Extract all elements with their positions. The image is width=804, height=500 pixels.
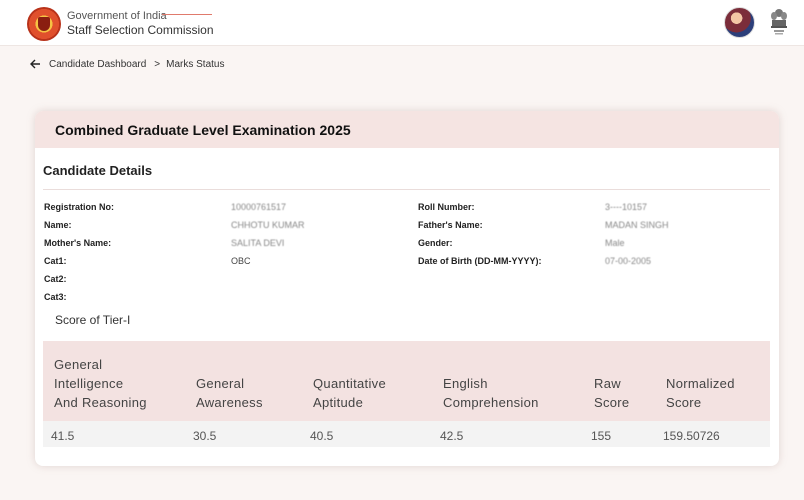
col-reasoning-header: General Intelligence And Reasoning: [54, 357, 147, 410]
breadcrumb-current: Marks Status: [166, 58, 225, 70]
score-reasoning: 41.5: [51, 429, 75, 443]
breadcrumb-dashboard-link[interactable]: Candidate Dashboard: [49, 59, 146, 70]
marks-card: Combined Graduate Level Examination 2025…: [35, 111, 779, 466]
mothers-name-label: Mother's Name:: [44, 238, 112, 248]
org-line1: Government of India: [67, 10, 167, 22]
breadcrumb: Candidate Dashboard > Marks Status: [29, 57, 225, 71]
score-normalized: 159.50726: [663, 429, 720, 443]
user-avatar-icon[interactable]: [724, 7, 755, 38]
col-raw-score-header: Raw Score: [594, 376, 630, 410]
cat1-value: OBC: [231, 256, 251, 266]
divider: [43, 189, 770, 190]
score-awareness: 30.5: [193, 429, 217, 443]
dob-label: Date of Birth (DD-MM-YYYY):: [418, 256, 542, 266]
top-header: Government of India Staff Selection Comm…: [0, 0, 804, 46]
dob-value: 07-00-2005: [605, 256, 652, 266]
tier-score-title: Score of Tier-I: [55, 313, 131, 327]
col-english-header: English Comprehension: [443, 376, 539, 410]
score-raw: 155: [591, 429, 612, 443]
score-english: 42.5: [440, 429, 464, 443]
org-name: Staff Selection Commission: [67, 23, 214, 37]
gender-label: Gender:: [418, 238, 453, 248]
col-quant-header: Quantitative Aptitude: [313, 376, 386, 410]
back-arrow-icon[interactable]: [29, 58, 41, 70]
fathers-name-value: MADAN SINGH: [605, 220, 669, 230]
cat1-label: Cat1:: [44, 256, 67, 266]
national-emblem-icon: [771, 9, 787, 35]
col-awareness-header: General Awareness: [196, 376, 263, 410]
breadcrumb-separator: >: [154, 58, 161, 70]
score-row: 41.5 30.5 40.5 42.5 155 159.50726: [43, 421, 770, 447]
name-value: CHHOTU KUMAR: [231, 220, 305, 230]
org-underline: [162, 14, 212, 15]
roll-number-value: 3----10157: [605, 202, 648, 212]
col-normalized-header: Normalized Score: [666, 376, 735, 410]
name-label: Name:: [44, 220, 72, 230]
cat2-label: Cat2:: [44, 274, 67, 284]
score-quant: 40.5: [310, 429, 334, 443]
roll-number-label: Roll Number:: [418, 202, 475, 212]
score-table-header: General Intelligence And Reasoning Gener…: [43, 341, 770, 421]
gender-value: Male: [605, 238, 625, 248]
fathers-name-label: Father's Name:: [418, 220, 483, 230]
cat3-label: Cat3:: [44, 292, 67, 302]
ssc-logo-icon: [27, 7, 61, 41]
card-header: Combined Graduate Level Examination 2025: [35, 111, 779, 148]
registration-no-label: Registration No:: [44, 202, 115, 212]
candidate-details-title: Candidate Details: [43, 163, 153, 178]
exam-title: Combined Graduate Level Examination 2025: [55, 122, 351, 138]
registration-no-value: 10000761517: [231, 202, 287, 212]
mothers-name-value: SALITA DEVI: [231, 238, 285, 248]
